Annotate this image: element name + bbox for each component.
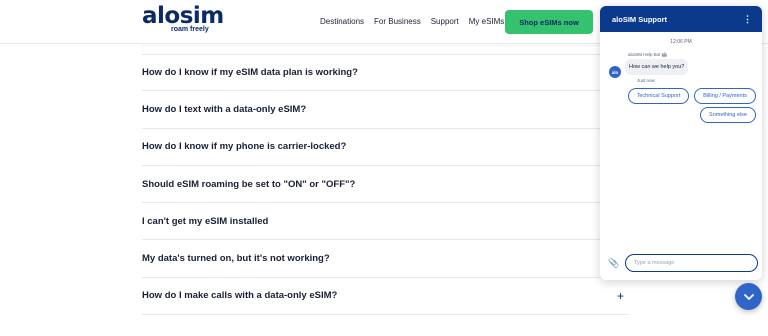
faq-item[interactable]: Should eSIM roaming be set to "ON" or "O… — [142, 166, 628, 204]
attachment-icon[interactable]: 📎 — [608, 258, 619, 269]
bot-message: How can we help you? — [625, 59, 689, 75]
chevron-down-icon — [743, 293, 754, 300]
bot-name: aloSIM Help Bot 🤖 — [628, 52, 668, 57]
faq-question: Should eSIM roaming be set to "ON" or "O… — [142, 178, 356, 190]
faq-question: How do I know if my phone is carrier-loc… — [142, 141, 347, 153]
faq-list: How do I know if my eSIM data plan is wo… — [142, 54, 628, 316]
chat-title: aloSIM Support — [612, 14, 667, 24]
faq-question: My data's turned on, but it's not workin… — [142, 253, 330, 265]
chat-timestamp: 12:06 PM — [670, 39, 692, 45]
divider — [142, 45, 628, 46]
faq-question: How do I make calls with a data-only eSI… — [142, 290, 338, 302]
faq-question: How do I text with a data-only eSIM? — [142, 103, 307, 115]
bot-avatar: alo — [609, 66, 621, 78]
nav-support[interactable]: Support — [431, 17, 459, 26]
faq-item[interactable]: How do I text with a data-only eSIM? — [142, 91, 628, 129]
chat-toggle-button[interactable] — [735, 283, 762, 310]
chat-composer: 📎 — [600, 250, 762, 280]
chat-header: aloSIM Support ⋮ — [600, 6, 762, 32]
faq-item[interactable]: How do I make calls with a data-only eSI… — [142, 278, 628, 316]
shop-esims-button[interactable]: Shop eSIMs now — [505, 10, 593, 34]
message-timestamp: Just now — [637, 78, 655, 83]
nav-for-business[interactable]: For Business — [374, 17, 421, 26]
main-nav: Destinations For Business Support My eSI… — [320, 17, 514, 26]
faq-item[interactable]: My data's turned on, but it's not workin… — [142, 240, 628, 278]
logo-tagline: roam freely — [171, 26, 209, 33]
faq-item[interactable]: I can't get my eSIM installed — [142, 203, 628, 241]
faq-question: I can't get my eSIM installed — [142, 215, 269, 227]
nav-my-esims[interactable]: My eSIMs — [469, 17, 505, 26]
more-options-icon[interactable]: ⋮ — [743, 14, 752, 25]
faq-item[interactable]: How do I know if my phone is carrier-loc… — [142, 129, 628, 166]
plus-icon[interactable]: + — [617, 289, 624, 303]
faq-item[interactable]: How do I know if my eSIM data plan is wo… — [142, 54, 628, 92]
quick-reply-something-else[interactable]: Something else — [700, 107, 756, 123]
quick-reply-billing[interactable]: Billing / Payments — [694, 88, 756, 104]
message-input[interactable] — [625, 254, 758, 272]
faq-question: How do I know if my eSIM data plan is wo… — [142, 67, 358, 79]
nav-destinations[interactable]: Destinations — [320, 17, 364, 26]
alosim-logo[interactable]: alosim roam freely — [142, 3, 224, 36]
chat-widget: aloSIM Support ⋮ 12:06 PM aloSIM Help Bo… — [600, 6, 762, 280]
quick-reply-technical-support[interactable]: Technical Support — [628, 88, 689, 104]
